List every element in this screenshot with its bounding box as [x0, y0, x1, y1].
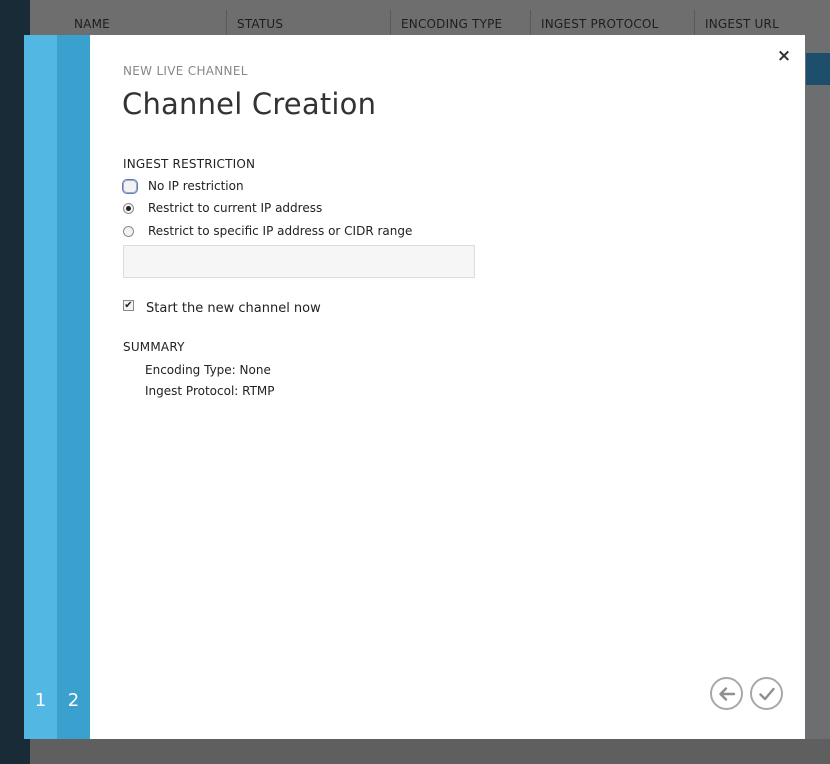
column-divider	[530, 10, 531, 38]
ingest-restriction-label: INGEST RESTRICTION	[123, 157, 256, 171]
background-footer	[30, 739, 830, 764]
column-divider	[390, 10, 391, 38]
radio-label: Restrict to current IP address	[148, 201, 323, 215]
column-header-status: STATUS	[237, 17, 284, 31]
radio-specific-ip-cidr[interactable]: Restrict to specific IP address or CIDR …	[123, 223, 412, 239]
summary-label: SUMMARY	[123, 340, 185, 354]
column-divider	[694, 10, 695, 38]
step-number-2: 2	[67, 690, 80, 711]
radio-button[interactable]	[123, 202, 134, 214]
column-header-name: NAME	[74, 17, 110, 31]
wizard-step-2-strip[interactable]: 2	[57, 35, 90, 739]
checkmark-icon	[759, 687, 775, 701]
wizard-dialog: × NEW LIVE CHANNEL Channel Creation INGE…	[90, 35, 805, 739]
finish-button[interactable]	[750, 677, 783, 710]
radio-button[interactable]	[123, 225, 134, 237]
summary-ingest-protocol: Ingest Protocol: RTMP	[145, 384, 275, 398]
column-header-ingest-protocol: INGEST PROTOCOL	[541, 17, 659, 31]
back-button[interactable]	[710, 677, 743, 710]
summary-encoding-type: Encoding Type: None	[145, 363, 271, 377]
radio-label: Restrict to specific IP address or CIDR …	[148, 224, 413, 238]
close-icon[interactable]: ×	[776, 47, 792, 65]
start-channel-label: Start the new channel now	[146, 301, 321, 316]
arrow-left-icon	[719, 687, 736, 701]
start-channel-checkbox[interactable]: ✔	[123, 300, 134, 311]
ip-cidr-input[interactable]	[123, 245, 475, 278]
column-divider	[226, 10, 227, 38]
radio-label: No IP restriction	[148, 179, 244, 193]
radio-button[interactable]	[122, 178, 138, 194]
radio-current-ip[interactable]: Restrict to current IP address	[123, 200, 322, 216]
wizard-step-1-strip[interactable]: 1	[24, 35, 57, 739]
column-header-encoding-type: ENCODING TYPE	[401, 17, 503, 31]
step-number-1: 1	[34, 690, 47, 711]
wizard-eyebrow: NEW LIVE CHANNEL	[123, 64, 248, 78]
background-selected-row-accent	[806, 53, 830, 85]
column-header-ingest-url: INGEST URL	[705, 17, 779, 31]
radio-no-ip-restriction[interactable]: No IP restriction	[122, 178, 244, 194]
page-title: Channel Creation	[122, 87, 377, 121]
